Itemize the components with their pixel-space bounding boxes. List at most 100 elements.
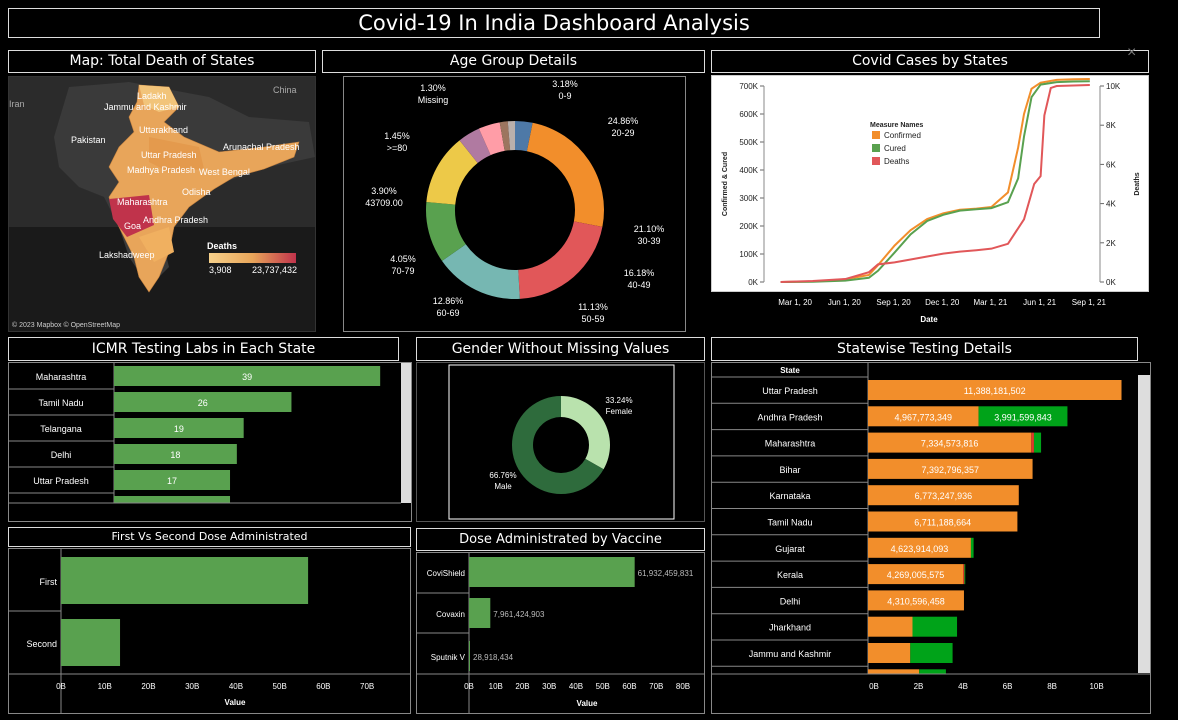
cases-ytick-left-2: 200K	[739, 222, 758, 231]
age-label-name-2: 30-39	[637, 236, 660, 246]
vaccine-value-0: 61,932,459,831	[638, 569, 694, 578]
age-label-pct-2: 21.10%	[634, 224, 665, 234]
age-slice-1	[526, 122, 604, 227]
vaccine-bar-1	[469, 598, 491, 628]
testing-value-0-orange: 11,388,181,502	[964, 386, 1026, 396]
cases-xtick-1: Jun 1, 20	[828, 298, 861, 307]
testing-bar-9-green	[912, 616, 958, 637]
testing-category-7: Kerala	[777, 570, 803, 580]
labs-panel[interactable]: Maharashtra 39 Tamil Nadu 26 Telangana 19 Delh…	[8, 362, 412, 522]
age-label-pct-9: 1.30%	[420, 83, 446, 93]
dose-xtick-7: 70B	[360, 682, 374, 691]
cases-ytick-left-4: 400K	[739, 166, 758, 175]
map-credit[interactable]: © 2023 Mapbox © OpenStreetMap	[12, 321, 120, 329]
testing-value-4-orange: 6,773,247,936	[915, 491, 973, 501]
age-label-pct-6: 4.05%	[390, 254, 416, 264]
vaccine-title: Dose Administrated by Vaccine	[416, 528, 705, 551]
testing-panel[interactable]: State Uttar Pradesh 11,388,181,502 Andhra P…	[711, 362, 1151, 714]
map-label-wb: West Bengal	[199, 167, 250, 177]
labs-category-3: Delhi	[51, 450, 72, 460]
gender-panel: 33.24% Female 66.76% Male	[416, 362, 705, 522]
labs-value-1: 26	[198, 398, 208, 408]
vaccine-xtick-2: 20B	[515, 682, 529, 691]
cases-title: Covid Cases by States	[711, 50, 1149, 73]
cases-legend-label-1: Cured	[884, 144, 906, 153]
cases-legend-title: Measure Names	[870, 122, 923, 129]
testing-bar-2-red	[1031, 432, 1034, 453]
testing-value-5-orange: 6,711,188,664	[914, 518, 971, 528]
vaccine-xtick-6: 60B	[622, 682, 636, 691]
cases-legend-swatch-0	[872, 131, 880, 139]
dose-bar-1	[61, 619, 121, 666]
map-label-up: Uttar Pradesh	[141, 150, 197, 160]
labs-title: ICMR Testing Labs in Each State	[8, 337, 399, 361]
dose-xlabel: Value	[225, 698, 246, 707]
labs-value-4: 17	[167, 476, 177, 486]
vaccine-xtick-3: 30B	[542, 682, 556, 691]
cases-ytick-right-4: 8K	[1106, 121, 1116, 130]
cases-ylabel-right: Deaths	[1134, 172, 1141, 195]
cases-xtick-2: Sep 1, 20	[876, 298, 911, 307]
map-panel[interactable]: Ladakh Jammu and Kashmir Uttarakhand Pak…	[8, 76, 316, 332]
cases-ytick-left-5: 500K	[739, 138, 758, 147]
testing-bar-10-green	[910, 643, 953, 663]
labs-footer-mask	[9, 503, 411, 521]
testing-category-8: Delhi	[780, 596, 801, 606]
age-label-pct-3: 16.18%	[624, 268, 655, 278]
age-label-pct-8: 1.45%	[384, 131, 410, 141]
map-label-odisha: Odisha	[182, 187, 211, 197]
testing-category-9: Jharkhand	[769, 623, 811, 633]
map-label-uttarakhand: Uttarakhand	[139, 125, 188, 135]
vaccine-bar-chart: CoviShield 61,932,459,831 Covaxin 7,961,424…	[417, 553, 704, 713]
testing-category-3: Bihar	[779, 465, 800, 475]
testing-bar-7-red	[963, 564, 965, 585]
age-label-name-4: 50-59	[581, 314, 604, 324]
vaccine-xtick-5: 50B	[596, 682, 610, 691]
testing-bar-6-green	[970, 537, 974, 558]
testing-value-6-orange: 4,623,914,093	[891, 544, 949, 554]
map-title: Map: Total Death of States	[8, 50, 316, 73]
map-legend-max: 23,737,432	[252, 265, 297, 275]
age-label-name-5: 60-69	[436, 308, 459, 318]
dose-category-0: First	[40, 577, 58, 587]
cases-xtick-6: Sep 1, 21	[1072, 298, 1107, 307]
vaccine-value-2: 28,918,434	[473, 653, 514, 662]
vaccine-category-2: Sputnik V	[431, 653, 466, 662]
testing-col-header: State	[780, 366, 800, 375]
testing-value-2-orange: 7,334,573,816	[921, 439, 979, 449]
cases-panel: 0K 100K 200K 300K 400K 500K 600K 700K 0K 2K 4K 6K 8K…	[711, 75, 1149, 292]
age-label-pct-7: 3.90%	[371, 186, 397, 196]
close-icon[interactable]: ×	[1127, 44, 1136, 62]
age-title: Age Group Details	[322, 50, 705, 73]
dose-category-1: Second	[26, 639, 57, 649]
testing-bar-10-orange	[868, 643, 911, 663]
testing-value-3-orange: 7,392,796,357	[922, 465, 980, 475]
dose-xtick-3: 30B	[185, 682, 199, 691]
testing-category-6: Gujarat	[775, 544, 805, 554]
vaccine-bar-0	[469, 557, 635, 587]
cases-legend-swatch-2	[872, 157, 880, 165]
labs-value-3: 18	[170, 450, 180, 460]
map-label-maharashtra: Maharashtra	[117, 197, 168, 207]
testing-category-2: Maharashtra	[765, 439, 816, 449]
testing-category-0: Uttar Pradesh	[762, 386, 818, 396]
map-label-ap: Andhra Pradesh	[143, 215, 208, 225]
dose-xtick-0: 0B	[56, 682, 66, 691]
map-label-jk: Jammu and Kashmir	[104, 102, 187, 112]
gender-label-name-1: Male	[494, 482, 512, 491]
vaccine-xtick-4: 40B	[569, 682, 583, 691]
age-label-pct-1: 24.86%	[608, 116, 639, 126]
testing-value-8-orange: 4,310,596,458	[887, 596, 945, 606]
map-label-goa: Goa	[124, 221, 141, 231]
testing-footer-mask	[712, 674, 1150, 713]
labs-bar-chart: Maharashtra 39 Tamil Nadu 26 Telangana 19 Delh…	[9, 363, 411, 521]
map-label-iran: Iran	[9, 99, 25, 109]
cases-ylabel-left: Confirmed & Cured	[722, 152, 729, 216]
cases-ytick-right-2: 4K	[1106, 200, 1116, 209]
map-label-lakshadweep: Lakshadweep	[99, 250, 155, 260]
dose-bar-chart: First Second 0B 10B 20B 30B 40B 50B 60B 70B Value	[9, 549, 410, 713]
gender-label-pct-0: 33.24%	[605, 396, 632, 405]
cases-ytick-left-6: 600K	[739, 110, 758, 119]
dose-xtick-4: 40B	[229, 682, 243, 691]
testing-value-1-green: 3,991,599,843	[994, 412, 1052, 422]
